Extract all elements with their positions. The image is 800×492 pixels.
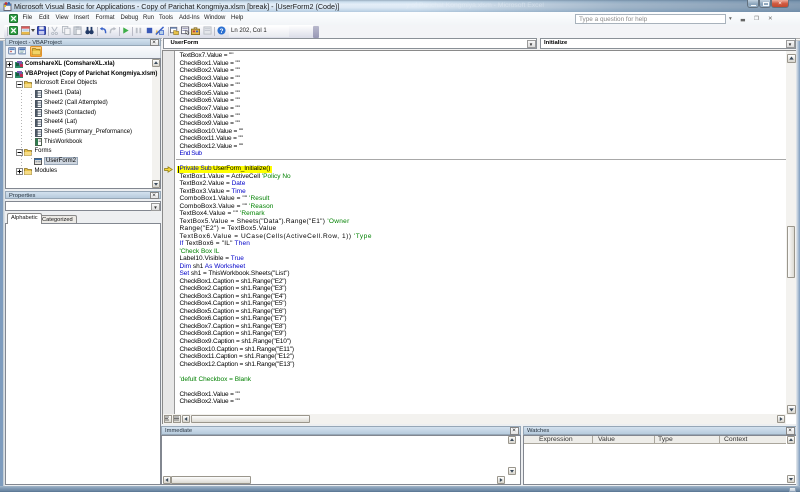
svg-text:?: ? — [219, 28, 223, 35]
